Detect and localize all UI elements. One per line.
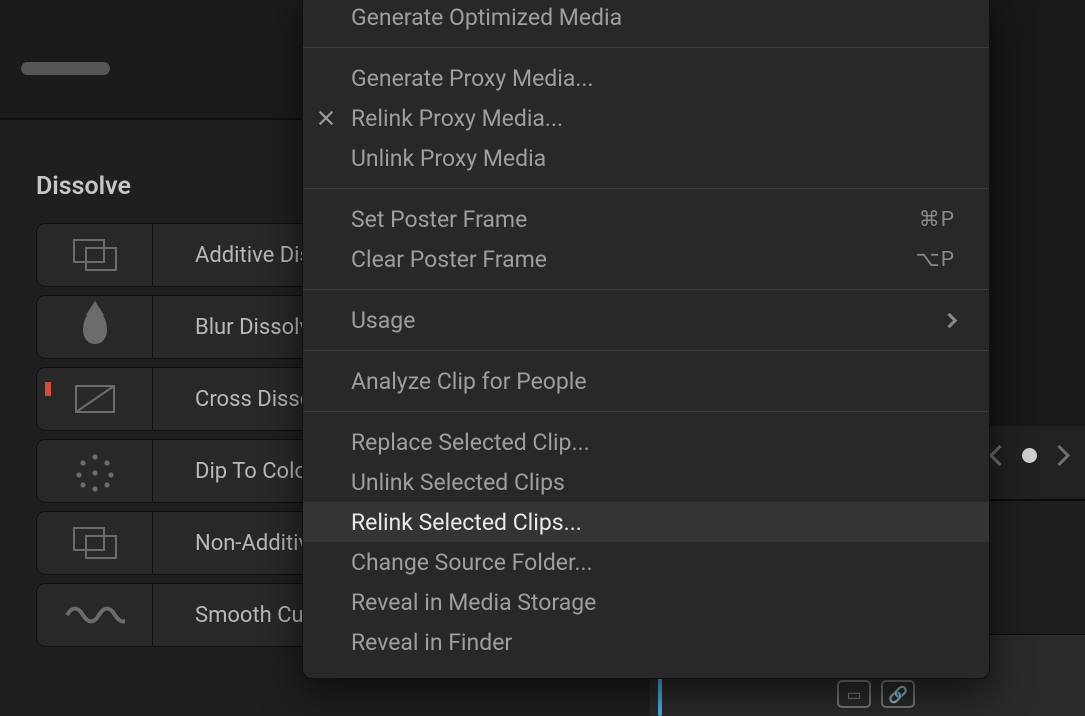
transition-list: Additive DissolveBlur DissolveCross Diss… [0,223,302,647]
menu-item-label: Relink Proxy Media... [351,105,563,132]
menu-item[interactable]: Change Source Folder... [303,542,989,582]
menu-item-label: Replace Selected Clip... [351,429,590,456]
menu-item-label: Analyze Clip for People [351,368,587,395]
wave-icon [37,584,153,646]
menu-group: Replace Selected Clip... Unlink Selected … [303,416,989,668]
chevron-right-icon [942,312,958,328]
menu-item-label: Reveal in Media Storage [351,589,596,616]
menu-item[interactable]: Generate Proxy Media... [303,58,989,98]
dots-icon [37,440,153,502]
menu-item[interactable]: Reveal in Media Storage [303,582,989,622]
menu-group: Usage [303,294,989,346]
menu-group: Analyze Clip for People [303,355,989,407]
overlap-icon [37,224,153,286]
transition-label: Blur Dissolve [153,315,322,340]
flag-icon [45,382,51,396]
transition-label: Smooth Cut [153,603,311,628]
overlap-icon [37,512,153,574]
next-icon[interactable] [1049,445,1070,466]
menu-item-label: Usage [351,307,415,334]
menu-item-label: Reveal in Finder [351,629,512,656]
menu-item-label: Generate Optimized Media [351,4,622,31]
menu-group: Generate Optimized Media [303,0,989,43]
menu-item-label: Change Source Folder... [351,549,593,576]
tool-button[interactable]: 🔗 [881,680,915,708]
menu-separator [303,350,989,351]
menu-shortcut: ⌥P [916,247,955,272]
menu-separator [303,289,989,290]
cross-icon [37,368,153,430]
menu-item-label: Unlink Proxy Media [351,145,546,172]
section-title: Dissolve [0,150,302,223]
menu-item[interactable]: Reveal in Finder [303,622,989,662]
menu-item[interactable]: Set Poster Frame ⌘P [303,199,989,239]
menu-item[interactable]: Unlink Selected Clips [303,462,989,502]
transitions-sidebar: Dissolve Additive DissolveBlur DissolveC… [0,150,302,647]
menu-item[interactable]: Unlink Proxy Media [303,138,989,178]
context-menu[interactable]: Generate Optimized Media Generate Proxy M… [302,0,990,679]
menu-item-label: Set Poster Frame [351,206,527,233]
progress-pill [21,62,110,75]
menu-item-label: Clear Poster Frame [351,246,547,273]
menu-item[interactable]: Generate Optimized Media [303,0,989,37]
menu-item[interactable]: Replace Selected Clip... [303,422,989,462]
prev-icon[interactable] [989,445,1010,466]
menu-item-label: Relink Selected Clips... [351,509,582,536]
menu-item-label: Unlink Selected Clips [351,469,565,496]
menu-item[interactable]: Usage [303,300,989,340]
menu-item[interactable]: Clear Poster Frame ⌥P [303,239,989,279]
menu-item[interactable]: Analyze Clip for People [303,361,989,401]
drop-icon [37,296,153,358]
close-icon [317,109,335,127]
menu-separator [303,47,989,48]
menu-group: Generate Proxy Media... Relink Proxy Medi… [303,52,989,184]
menu-separator [303,188,989,189]
link-icon: ▭ [846,685,861,704]
tool-button[interactable]: ▭ [837,680,871,708]
menu-shortcut: ⌘P [919,207,955,232]
link-icon: 🔗 [888,685,908,704]
menu-item[interactable]: Relink Selected Clips... [303,502,989,542]
menu-separator [303,411,989,412]
menu-item-label: Generate Proxy Media... [351,65,594,92]
timeline-tools: ▭ 🔗 [837,680,915,708]
menu-group: Set Poster Frame ⌘P Clear Poster Frame ⌥P [303,193,989,285]
menu-item[interactable]: Relink Proxy Media... [303,98,989,138]
page-dot-icon[interactable] [1022,448,1037,463]
preview-nav [992,448,1067,463]
